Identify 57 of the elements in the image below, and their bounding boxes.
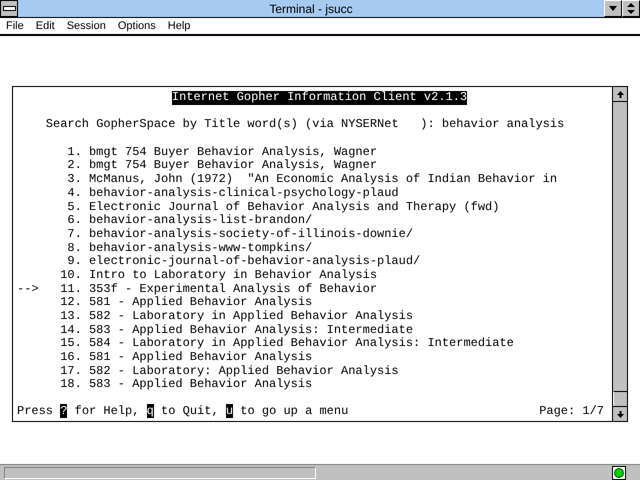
up-arrow-icon — [616, 90, 624, 98]
menu-entry[interactable]: McManus, John (1972) "An Economic Analysis of Indian Behavior in — [88, 173, 558, 187]
menu-entry[interactable]: bmgt 754 Buyer Behavior Analysis, Wagner — [88, 159, 378, 174]
menu-entry[interactable]: 584 - Laboratory in Applied Behavior Analysis: Intermediate — [88, 337, 514, 352]
item-number: 8. — [66, 242, 82, 256]
selection-pointer: --> — [17, 282, 39, 296]
item-number: 2. — [66, 159, 82, 174]
item-number: 10. — [60, 268, 82, 283]
menu-entry[interactable]: Electronic Journal of Behavior Analysis and Therapy (fwd) — [88, 200, 500, 214]
item-number: 13. — [60, 310, 82, 324]
menu-entry[interactable]: bmgt 754 Buyer Behavior Analysis, Wagner — [88, 146, 378, 160]
item-number: 12. — [60, 296, 82, 310]
menu-entry[interactable]: behavior-analysis-clinical-psychology-plaud — [88, 186, 399, 200]
scroll-bar[interactable] — [612, 87, 627, 421]
item-number: 7. — [66, 228, 82, 242]
item-number: 6. — [66, 214, 82, 228]
menu-item[interactable]: Edit — [36, 20, 61, 32]
scroll-thumb[interactable] — [613, 391, 627, 406]
menu-entry[interactable]: Intro to Laboratory in Behavior Analysis — [88, 268, 378, 283]
item-number: 18. — [60, 378, 82, 392]
page-indicator: Page: 1/7 — [539, 405, 604, 419]
client-header: Internet Gopher Information Client v2.1.3 — [172, 91, 468, 105]
menu-entry[interactable]: 583 - Applied Behavior Analysis — [88, 378, 312, 392]
up-down-arrow-icon — [627, 3, 635, 14]
item-number: 17. — [60, 364, 82, 378]
help-hint: Press ? for Help, q to Quit, u to go up a menu — [17, 405, 348, 419]
menu-entry[interactable]: 581 - Applied Behavior Analysis — [88, 296, 312, 310]
item-number: 11. — [60, 282, 82, 296]
down-arrow-icon — [616, 410, 624, 418]
item-number: 4. — [66, 186, 82, 200]
maximize-button[interactable] — [622, 0, 640, 17]
menu-item[interactable]: Options — [118, 20, 162, 32]
item-number: 16. — [60, 351, 82, 365]
system-menu-button[interactable] — [0, 0, 18, 17]
item-number: 1. — [66, 146, 82, 160]
menu-entry[interactable]: electronic-journal-of-behavior-analysis-plaud/ — [88, 255, 420, 269]
item-number: 15. — [60, 337, 82, 352]
menu-entry[interactable]: behavior-analysis-www-tompkins/ — [88, 242, 312, 256]
menu-entry[interactable]: 583 - Applied Behavior Analysis: Intermediate — [88, 324, 414, 338]
minimize-button[interactable] — [604, 0, 622, 17]
item-number: 14. — [60, 324, 82, 338]
menu-entry[interactable]: 353f - Experimental Analysis of Behavior — [88, 282, 378, 296]
menu-entry[interactable]: 582 - Laboratory: Applied Behavior Analysis — [88, 364, 399, 378]
menu-item[interactable]: Help — [168, 20, 196, 32]
scroll-down-button[interactable] — [613, 406, 627, 421]
search-prompt: Search GopherSpace by Title word(s) (via NYSERNet ): behavior analysis — [44, 118, 564, 132]
item-number: 9. — [66, 255, 82, 269]
item-number: 5. — [66, 200, 82, 214]
menu-entry[interactable]: 582 - Laboratory in Applied Behavior Analysis — [88, 310, 414, 324]
window-title: Terminal - jsucc — [268, 2, 354, 16]
item-number: 3. — [66, 173, 82, 187]
menu-entry[interactable]: behavior-analysis-society-of-illinois-downie/ — [88, 228, 414, 242]
menu-item[interactable]: File — [6, 20, 30, 32]
down-arrow-icon — [609, 6, 617, 11]
menu-entry[interactable]: behavior-analysis-list-brandon/ — [88, 214, 312, 228]
menu-item[interactable]: Session — [66, 20, 112, 32]
menu-entry[interactable]: 581 - Applied Behavior Analysis — [88, 351, 312, 365]
